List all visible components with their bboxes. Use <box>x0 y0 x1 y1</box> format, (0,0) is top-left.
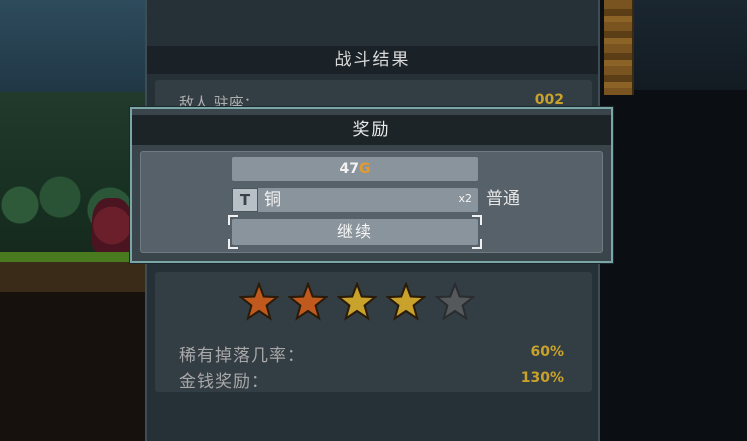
selection-corner-icon <box>228 215 238 225</box>
item-rarity: 普通 <box>486 189 520 209</box>
selection-corner-icon <box>228 239 238 249</box>
enemy-kill-value: 002 <box>534 92 564 108</box>
item-quantity: x2 <box>458 192 472 205</box>
gold-reward-value: 130% <box>520 370 564 386</box>
item-reward-row: T 铜 x2 <box>232 188 478 212</box>
star-filled-icon <box>288 282 328 321</box>
berry-bush <box>92 198 132 253</box>
selection-corner-icon <box>472 239 482 249</box>
star-rating <box>239 282 475 322</box>
hammer-icon: T <box>232 188 258 212</box>
rare-drop-label: 稀有掉落几率： <box>179 346 305 366</box>
gold-reward-row: 47G <box>232 157 478 181</box>
star-filled-icon <box>239 282 279 321</box>
star-filled-icon <box>337 282 377 321</box>
gold-amount: 47 <box>339 161 359 177</box>
star-empty-icon <box>435 282 475 321</box>
gold-reward-label: 金钱奖励： <box>179 372 269 392</box>
item-name: 铜 <box>264 190 281 210</box>
rare-drop-value: 60% <box>530 344 564 360</box>
upper-right-scene <box>632 0 747 90</box>
rock-column <box>604 0 634 95</box>
continue-label: 继续 <box>336 222 373 241</box>
results-title: 战斗结果 <box>147 46 598 74</box>
selection-corner-icon <box>472 215 482 225</box>
sky-background <box>0 0 145 100</box>
gold-unit: G <box>358 161 371 177</box>
grass-ground <box>0 252 145 441</box>
reward-dialog-title: 奖励 <box>132 115 611 145</box>
continue-button[interactable]: 继续 <box>228 215 482 249</box>
star-filled-icon <box>386 282 426 321</box>
